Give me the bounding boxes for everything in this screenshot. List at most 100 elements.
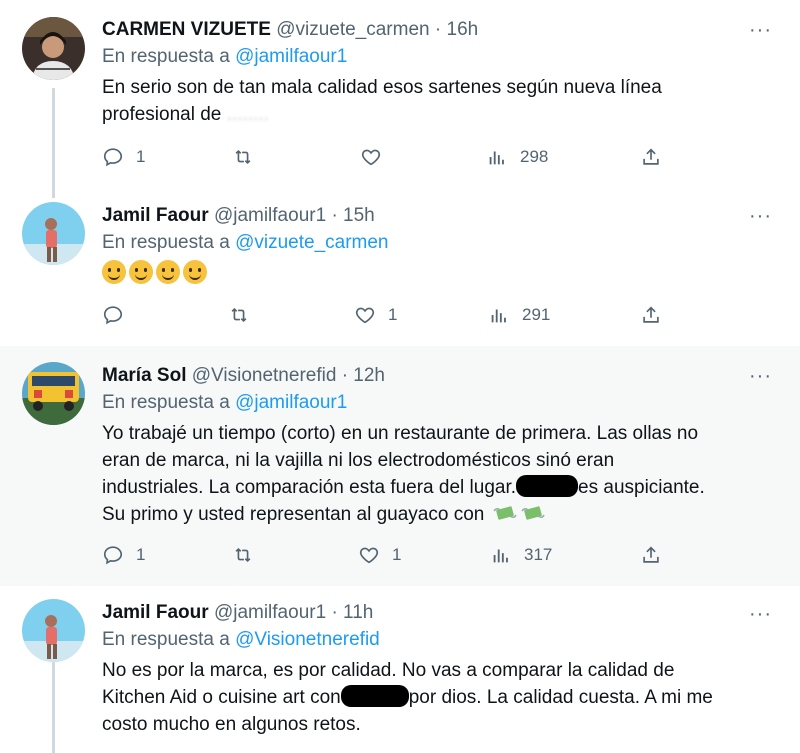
like-button[interactable]: 1 [358, 544, 401, 566]
redaction-mark [516, 475, 579, 497]
views-chart-icon [491, 309, 506, 323]
user-handle[interactable]: @Visionetnerefid [192, 365, 337, 386]
smiling-face-emoji-icon [129, 260, 153, 284]
tweet-text-line: No es por la marca, es por calidad. No v… [102, 660, 675, 681]
reply-prefix: En respuesta a [102, 46, 230, 67]
tweet-text-line: eran de marca, ni la vajilla ni los elec… [102, 450, 615, 471]
reply-button[interactable]: 1 [102, 544, 145, 566]
views-button[interactable]: 317 [490, 544, 552, 566]
reply-count: 1 [136, 147, 146, 166]
more-options-icon[interactable]: ··· [749, 20, 772, 40]
tweet-header: María Sol @Visionetnerefid · 12h [102, 364, 780, 388]
tweet[interactable]: Jamil Faour @jamilfaour1 · 11h En respue… [0, 586, 800, 753]
more-options-icon[interactable]: ··· [749, 206, 772, 226]
tweet-text-segment: por dios. La calidad cuesta. A mi me [408, 687, 713, 708]
timestamp[interactable]: · 11h [331, 602, 373, 623]
tweet-text-segment: industriales. La comparación esta fuera … [102, 477, 517, 498]
retweet-button[interactable] [232, 146, 266, 168]
heart-icon [361, 149, 381, 166]
share-button[interactable] [640, 146, 662, 168]
retweet-button[interactable] [228, 304, 262, 326]
avatar-photo-icon [22, 362, 85, 425]
views-button[interactable]: 298 [486, 146, 548, 168]
share-icon [643, 148, 659, 165]
tweet[interactable]: María Sol @Visionetnerefid · 12h En resp… [0, 346, 800, 586]
views-chart-icon [493, 549, 508, 563]
avatar-photo-icon [22, 17, 85, 80]
reply-to-link[interactable]: @Visionetnerefid [235, 629, 380, 650]
timestamp[interactable]: · 15h [331, 205, 374, 226]
reply-button[interactable]: 1 [102, 146, 145, 168]
views-chart-icon [489, 151, 504, 165]
retweet-icon [231, 308, 247, 322]
tweet-text-line: industriales. La comparación esta fuera … [102, 474, 780, 501]
smiling-face-emoji-icon [156, 260, 180, 284]
tweet-text: Yo trabajé un tiempo (corto) en un resta… [102, 420, 780, 528]
avatar[interactable] [22, 17, 85, 80]
tweet-header: Jamil Faour @jamilfaour1 · 11h [102, 601, 780, 625]
reply-button[interactable] [102, 304, 136, 326]
tweet-text-segment: profesional de [102, 104, 222, 125]
like-button[interactable] [360, 146, 394, 168]
share-button[interactable] [640, 304, 662, 326]
tweet-text-segment: Kitchen Aid o cuisine art con [102, 687, 341, 708]
reply-context: En respuesta a @vizuete_carmen [102, 230, 780, 256]
reply-icon [103, 546, 123, 565]
views-count: 291 [522, 305, 551, 324]
share-icon [643, 546, 659, 563]
display-name[interactable]: CARMEN VIZUETE [102, 19, 271, 40]
avatar[interactable] [22, 599, 85, 662]
redacted-text: ........ [226, 104, 269, 125]
avatar[interactable] [22, 202, 85, 265]
like-count: 1 [388, 305, 398, 324]
avatar[interactable] [22, 362, 85, 425]
views-count: 298 [520, 147, 549, 166]
redaction-mark [340, 685, 409, 707]
display-name[interactable]: María Sol [102, 365, 186, 386]
reply-to-link[interactable]: @jamilfaour1 [235, 392, 347, 413]
share-icon [643, 306, 659, 323]
tweet[interactable]: CARMEN VIZUETE @vizuete_carmen · 16h En … [0, 0, 800, 190]
tweet-text-line: profesional de ........ [102, 101, 780, 128]
more-options-icon[interactable]: ··· [749, 604, 772, 624]
tweet[interactable]: Jamil Faour @jamilfaour1 · 15h En respue… [0, 190, 800, 346]
reply-to-link[interactable]: @vizuete_carmen [235, 232, 388, 253]
reply-context: En respuesta a @Visionetnerefid [102, 627, 780, 653]
tweet-text-line: costo mucho en algunos retos. [102, 714, 361, 735]
smiling-face-emoji-icon [183, 260, 207, 284]
user-handle[interactable]: @jamilfaour1 [214, 602, 326, 623]
avatar-photo-icon [22, 202, 85, 265]
retweet-icon [235, 150, 251, 164]
tweet-text-line: Su primo y usted representan al guayaco … [102, 501, 780, 528]
views-button[interactable]: 291 [488, 304, 550, 326]
heart-icon [355, 307, 375, 324]
reply-prefix: En respuesta a [102, 232, 230, 253]
more-options-icon[interactable]: ··· [749, 366, 772, 386]
display-name[interactable]: Jamil Faour [102, 602, 209, 623]
tweet-text-line: Yo trabajé un tiempo (corto) en un resta… [102, 423, 699, 444]
user-handle[interactable]: @vizuete_carmen [276, 19, 429, 40]
reply-prefix: En respuesta a [102, 392, 230, 413]
tweet-text: No es por la marca, es por calidad. No v… [102, 657, 780, 738]
retweet-button[interactable] [232, 544, 266, 566]
reply-count: 1 [136, 545, 146, 564]
heart-icon [359, 547, 379, 564]
user-handle[interactable]: @jamilfaour1 [214, 205, 326, 226]
reply-context: En respuesta a @jamilfaour1 [102, 390, 780, 416]
tweet-header: Jamil Faour @jamilfaour1 · 15h [102, 204, 780, 228]
tweet-text-line: Kitchen Aid o cuisine art con por dios. L… [102, 684, 780, 711]
retweet-icon [235, 548, 251, 562]
tweet-text-line: En serio son de tan mala calidad esos sa… [102, 77, 662, 98]
like-count: 1 [392, 545, 402, 564]
display-name[interactable]: Jamil Faour [102, 205, 209, 226]
avatar-photo-icon [22, 599, 85, 662]
reply-icon [103, 306, 123, 325]
like-button[interactable]: 1 [354, 304, 397, 326]
reply-icon [103, 148, 123, 167]
reply-to-link[interactable]: @jamilfaour1 [235, 46, 347, 67]
timestamp[interactable]: · 16h [435, 19, 478, 40]
timestamp[interactable]: · 12h [342, 365, 385, 386]
share-button[interactable] [640, 544, 662, 566]
tweet-text [102, 260, 780, 287]
smiling-face-emoji-icon [102, 260, 126, 284]
